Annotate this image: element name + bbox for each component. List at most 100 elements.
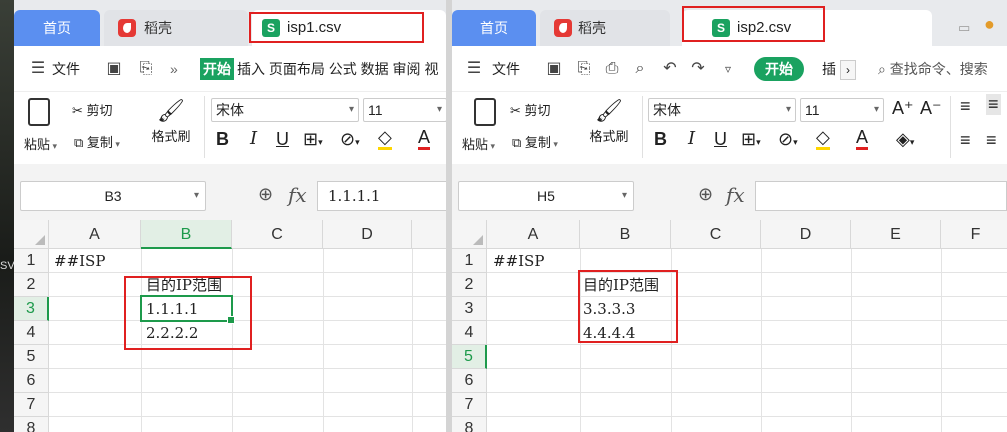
row-header[interactable]: 2 — [452, 273, 487, 297]
copy-button[interactable]: ⧉ 复制 ▾ — [74, 132, 120, 151]
row-header[interactable]: 8 — [14, 417, 49, 432]
italic-button[interactable]: I — [688, 128, 695, 150]
row-header[interactable]: 6 — [14, 369, 49, 393]
monitor-icon[interactable]: ▭ — [958, 20, 970, 36]
dropdown-icon[interactable]: ▿ — [718, 59, 738, 79]
row-header[interactable]: 1 — [452, 249, 487, 273]
fx-icon[interactable]: fx — [288, 183, 307, 207]
align-middle-icon[interactable]: ≡ — [986, 94, 1001, 115]
print-preview-icon[interactable]: ⌕ — [630, 59, 650, 79]
column-header[interactable]: A — [487, 220, 580, 249]
cell-style-icon[interactable]: ⊘▾ — [778, 128, 798, 153]
tab-insert[interactable]: 插 — [822, 58, 836, 80]
cell-a1[interactable]: ##ISP — [51, 249, 105, 273]
fill-color-icon[interactable]: ◇ — [816, 128, 830, 150]
cell-style-icon[interactable]: ⊘▾ — [340, 128, 360, 153]
row-header[interactable]: 4 — [14, 321, 49, 345]
tab-daoke[interactable]: 稻壳 — [104, 10, 248, 46]
column-header[interactable]: E — [851, 220, 941, 249]
tab-home[interactable]: 首页 — [452, 10, 536, 46]
font-size-select[interactable]: 11 ▾ — [800, 98, 884, 122]
font-size-select[interactable]: 11 ▾ — [363, 98, 446, 122]
save-icon[interactable]: ▣ — [544, 59, 564, 79]
font-family-select[interactable]: 宋体 ▾ — [648, 98, 796, 122]
zoom-icon[interactable]: ⊕ — [698, 184, 713, 205]
underline-button[interactable]: U — [714, 128, 727, 150]
row-header[interactable]: 8 — [452, 417, 487, 432]
select-all-corner[interactable] — [452, 220, 487, 249]
formula-input[interactable]: 1.1.1.1 — [317, 181, 446, 211]
column-header[interactable]: A — [49, 220, 141, 249]
formula-input[interactable] — [755, 181, 1007, 211]
name-box[interactable]: B3 ▾ — [20, 181, 206, 211]
eraser-icon[interactable]: ◈▾ — [896, 128, 914, 153]
chevron-right-icon[interactable]: › — [840, 60, 856, 80]
cut-button[interactable]: ✂ 剪切 — [72, 100, 113, 119]
row-header[interactable]: 7 — [452, 393, 487, 417]
font-color-button[interactable]: A — [418, 128, 431, 150]
menu-file[interactable]: 文件 — [492, 58, 520, 80]
row-header[interactable]: 5 — [452, 345, 487, 369]
ribbon-tabs[interactable]: 插入 页面布局 公式 数据 审阅 视 — [237, 58, 438, 80]
paste-label[interactable]: 粘贴 ▾ — [24, 134, 57, 153]
column-header[interactable]: F — [941, 220, 1007, 249]
format-painter-button[interactable]: 🖌 格式刷 — [146, 96, 196, 145]
column-header[interactable]: B — [141, 220, 232, 249]
name-box[interactable]: H5 ▾ — [458, 181, 634, 211]
align-top-icon[interactable]: ≡ — [960, 96, 971, 117]
redo-icon[interactable]: ↷ — [688, 59, 708, 79]
bold-button[interactable]: B — [654, 128, 667, 150]
increase-font-button[interactable]: A⁺ — [892, 98, 914, 119]
row-header[interactable]: 3 — [452, 297, 487, 321]
print-icon[interactable]: ⎙ — [602, 59, 622, 79]
cut-button[interactable]: ✂ 剪切 — [510, 100, 551, 119]
column-header[interactable]: C — [671, 220, 761, 249]
font-family-select[interactable]: 宋体 ▾ — [211, 98, 359, 122]
row-header[interactable]: 2 — [14, 273, 49, 297]
column-header[interactable]: D — [761, 220, 851, 249]
align-center-icon[interactable]: ≡ — [986, 130, 997, 151]
row-header[interactable]: 7 — [14, 393, 49, 417]
row-header[interactable]: 1 — [14, 249, 49, 273]
paste-button[interactable] — [470, 98, 500, 130]
bold-button[interactable]: B — [216, 128, 229, 150]
more-icon[interactable]: » — [170, 58, 178, 80]
border-icon[interactable]: ⊞▾ — [303, 128, 323, 153]
font-color-button[interactable]: A — [856, 128, 869, 150]
align-left-icon[interactable]: ≡ — [960, 130, 971, 151]
select-all-corner[interactable] — [14, 220, 49, 249]
menu-icon[interactable]: ☰ — [28, 59, 48, 79]
zoom-icon[interactable]: ⊕ — [258, 184, 273, 205]
export-icon[interactable]: ⎘ — [136, 59, 156, 79]
row-header[interactable]: 4 — [452, 321, 487, 345]
fill-color-icon[interactable]: ◇ — [378, 128, 392, 150]
menu-icon[interactable]: ☰ — [464, 59, 484, 79]
tab-start[interactable]: 开始 — [200, 58, 234, 80]
column-header[interactable] — [412, 220, 446, 249]
column-header[interactable]: C — [232, 220, 323, 249]
save-icon[interactable]: ▣ — [104, 59, 124, 79]
column-header[interactable]: B — [580, 220, 671, 249]
fx-icon[interactable]: fx — [726, 183, 745, 207]
search-command[interactable]: ⌕ 查找命令、搜索 — [878, 58, 988, 80]
export-icon[interactable]: ⎘ — [574, 59, 594, 79]
notification-dot-icon[interactable]: ● — [984, 14, 995, 35]
undo-icon[interactable]: ↶ — [660, 59, 680, 79]
underline-button[interactable]: U — [276, 128, 289, 150]
cell-a1[interactable]: ##ISP — [490, 249, 544, 273]
decrease-font-button[interactable]: A⁻ — [920, 98, 942, 119]
tab-daoke[interactable]: 稻壳 — [540, 10, 670, 46]
italic-button[interactable]: I — [250, 128, 257, 150]
format-painter-button[interactable]: 🖌 格式刷 — [584, 96, 634, 145]
row-header[interactable]: 3 — [14, 297, 49, 321]
column-header[interactable]: D — [323, 220, 412, 249]
paste-label[interactable]: 粘贴 ▾ — [462, 134, 495, 153]
row-header[interactable]: 5 — [14, 345, 49, 369]
menu-file[interactable]: 文件 — [52, 58, 80, 80]
tab-home[interactable]: 首页 — [14, 10, 100, 46]
paste-button[interactable] — [24, 98, 54, 130]
row-header[interactable]: 6 — [452, 369, 487, 393]
copy-button[interactable]: ⧉ 复制 ▾ — [512, 132, 558, 151]
tab-start[interactable]: 开始 — [754, 57, 804, 81]
border-icon[interactable]: ⊞▾ — [741, 128, 761, 153]
